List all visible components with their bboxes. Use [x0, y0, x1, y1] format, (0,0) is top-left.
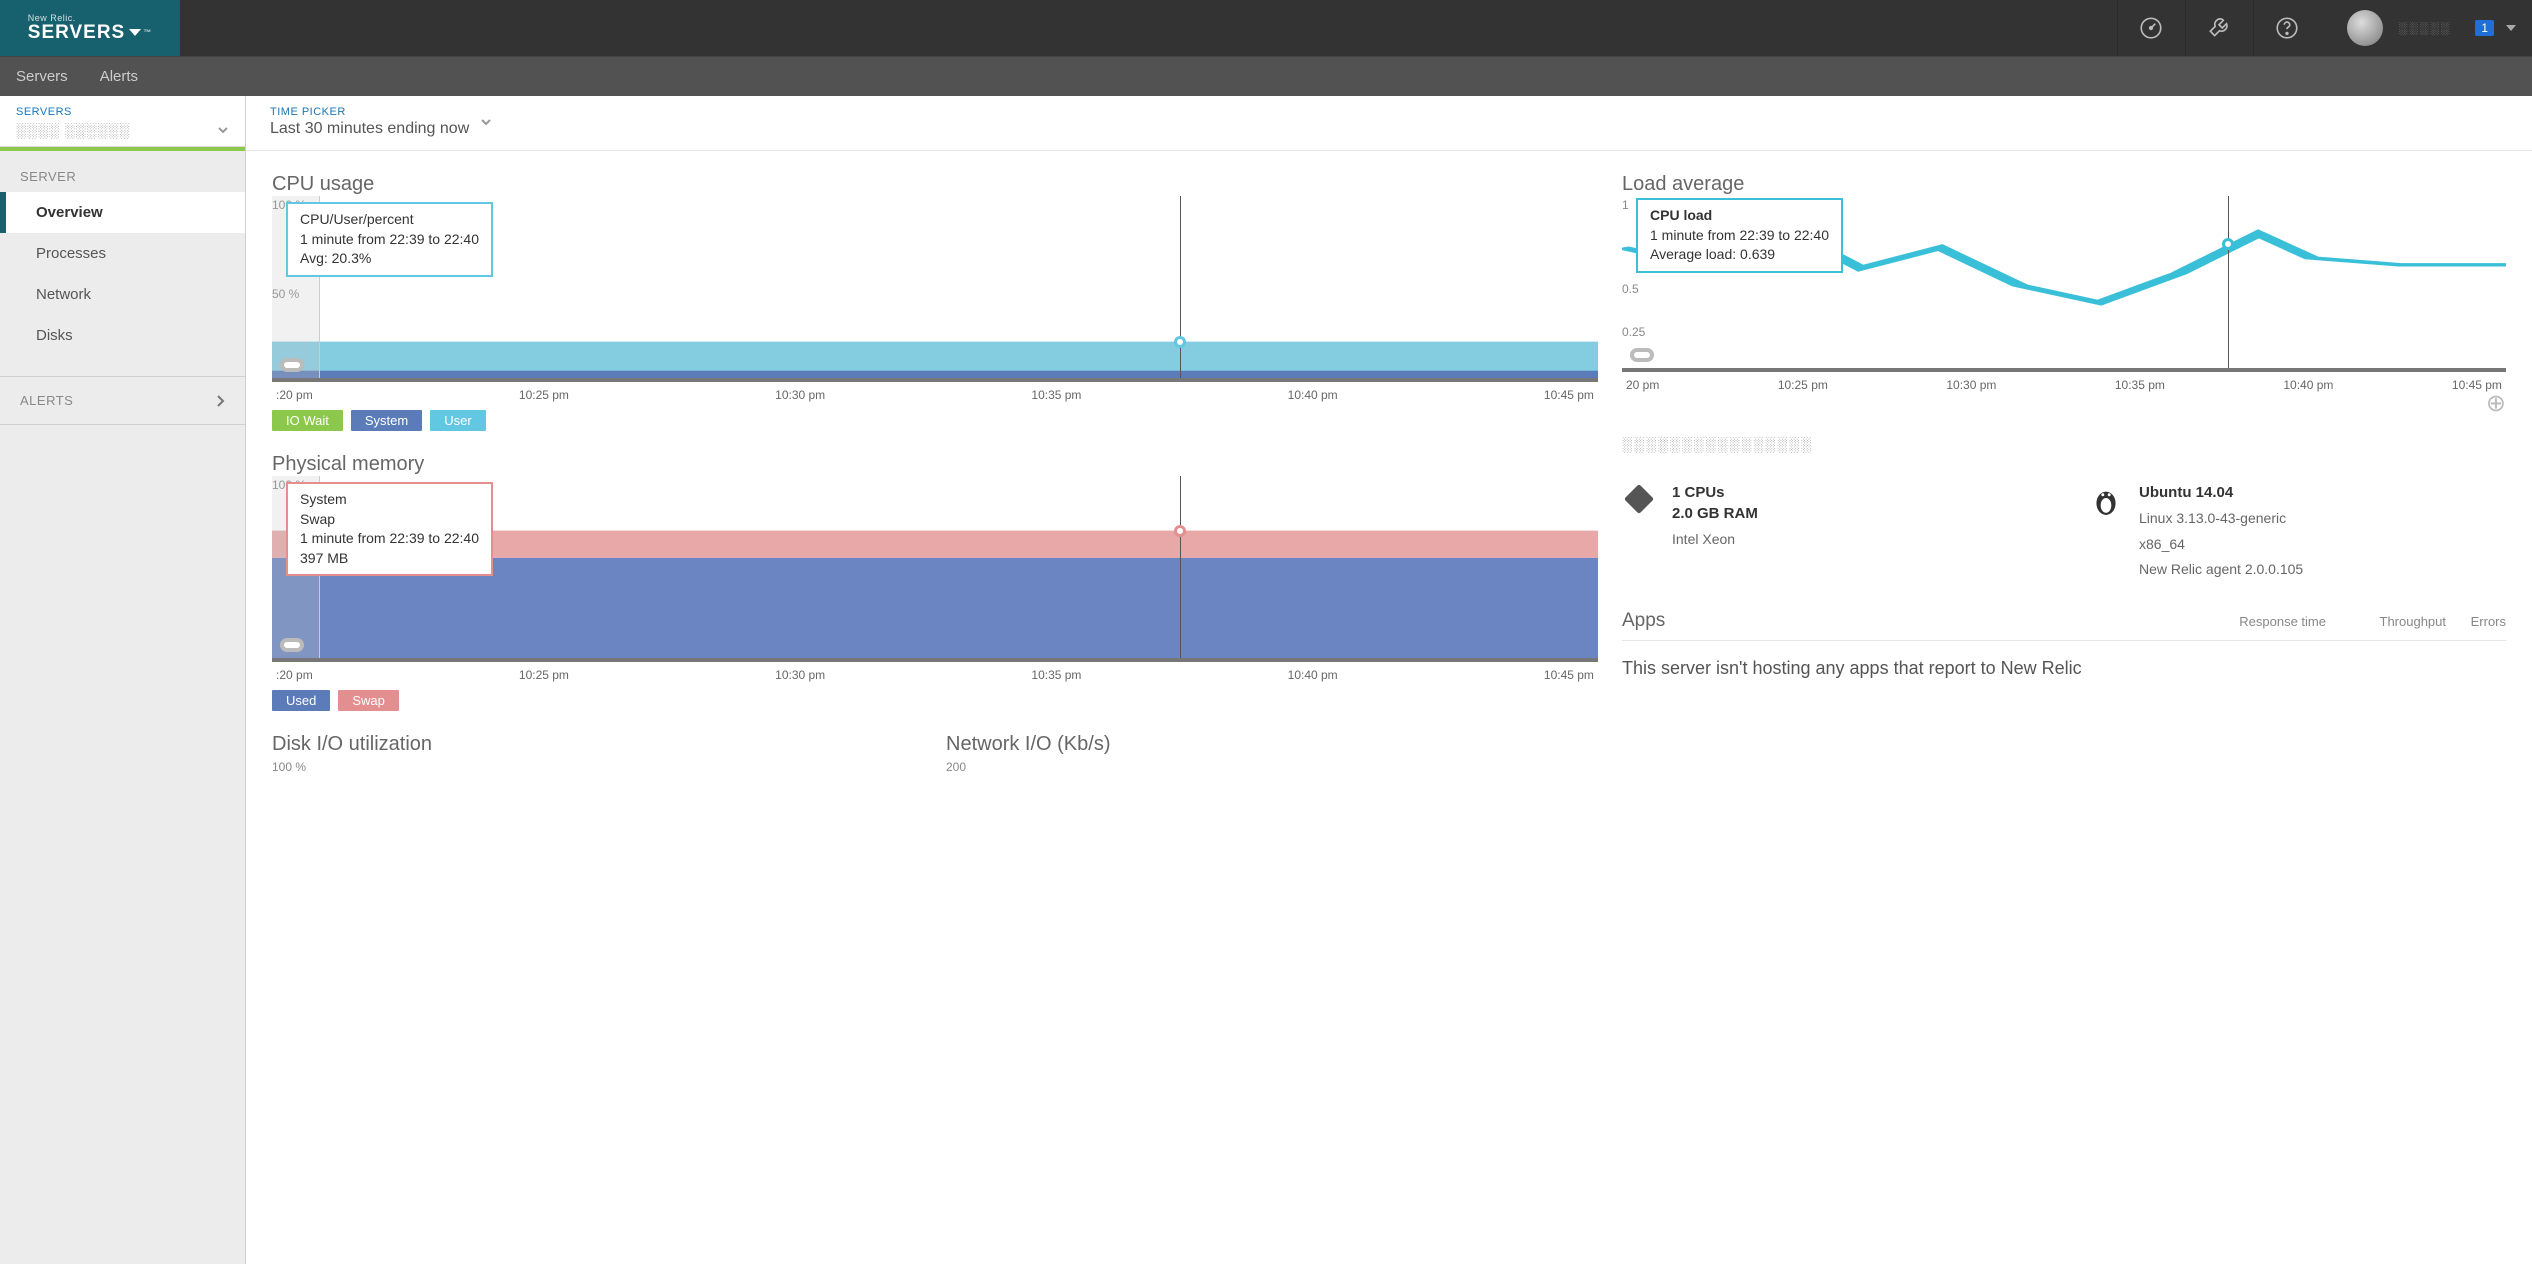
network-io-chart: Network I/O (Kb/s) 200 [946, 733, 1598, 774]
apps-title: Apps [1622, 610, 1665, 632]
legend-system[interactable]: System [351, 410, 422, 431]
brand-dropdown[interactable]: New Relic. SERVERS [0, 0, 180, 56]
x-axis: :20 pm10:25 pm10:30 pm10:35 pm10:40 pm10… [272, 382, 1598, 402]
topbar: New Relic. SERVERS ░░░░░ 1 [0, 0, 2532, 56]
apps-empty: This server isn't hosting any apps that … [1622, 641, 2506, 696]
ram-size: 2.0 GB RAM [1672, 503, 1758, 524]
notification-badge: 1 [2475, 20, 2494, 36]
chart-title: Disk I/O utilization [272, 733, 924, 756]
subnav-alerts[interactable]: Alerts [100, 68, 138, 85]
chart-title: CPU usage [272, 173, 1598, 196]
tooltip: CPU load 1 minute from 22:39 to 22:40 Av… [1636, 198, 1843, 273]
chevron-down-icon [479, 115, 493, 129]
user-menu[interactable]: ░░░░░ 1 [2321, 0, 2532, 56]
cpu-count: 1 CPUs [1672, 482, 1758, 503]
chart-title: Network I/O (Kb/s) [946, 733, 1598, 756]
slider-handle[interactable] [280, 358, 304, 372]
server-specs: 1 CPUs 2.0 GB RAM Intel Xeon Ubuntu 14.0… [1622, 472, 2506, 590]
ytick: 200 [946, 760, 1598, 774]
nav-processes[interactable]: Processes [0, 233, 245, 274]
sidegroup-alerts[interactable]: ALERTS [0, 376, 245, 425]
cpu-chart: CPU usage 100 % 50 % [272, 173, 1598, 431]
subnav: Servers Alerts [0, 56, 2532, 96]
kernel: Linux 3.13.0-43-generic [2139, 509, 2303, 529]
sidegroup-alerts-label: ALERTS [20, 393, 73, 408]
col-response: Response time [2206, 614, 2326, 629]
content: TIME PICKER Last 30 minutes ending now C… [246, 96, 2532, 1264]
nav-network[interactable]: Network [0, 274, 245, 315]
server-selector[interactable]: SERVERS ░░░░ ░░░░░░ [0, 96, 245, 147]
legend-iowait[interactable]: IO Wait [272, 410, 343, 431]
sidebar: SERVERS ░░░░ ░░░░░░ SERVER Overview Proc… [0, 96, 246, 1264]
legend-used[interactable]: Used [272, 690, 330, 711]
legend-user[interactable]: User [430, 410, 485, 431]
time-picker-value: Last 30 minutes ending now [270, 120, 469, 138]
server-name: ░░░░░░░░░░░░░░░░ [1622, 436, 2506, 452]
col-errors: Errors [2446, 614, 2506, 629]
x-axis: :20 pm10:25 pm10:30 pm10:35 pm10:40 pm10… [272, 662, 1598, 682]
os-name: Ubuntu 14.04 [2139, 482, 2303, 503]
help-icon[interactable] [2253, 0, 2321, 56]
brand-super: New Relic. [28, 14, 76, 23]
crosshair [1180, 476, 1181, 658]
disk-io-chart: Disk I/O utilization 100 % [272, 733, 924, 774]
brand-name: SERVERS [28, 23, 125, 42]
cpu-model: Intel Xeon [1672, 530, 1758, 550]
subnav-servers[interactable]: Servers [16, 68, 68, 85]
user-name: ░░░░░ [2399, 21, 2452, 35]
gauge-icon[interactable] [2117, 0, 2185, 56]
caret-down-icon [2506, 25, 2516, 31]
data-point [1174, 336, 1186, 348]
wrench-icon[interactable] [2185, 0, 2253, 56]
x-axis: 20 pm10:25 pm10:30 pm10:35 pm10:40 pm10:… [1622, 372, 2506, 392]
tooltip: CPU/User/percent 1 minute from 22:39 to … [286, 202, 493, 277]
crosshair [2228, 196, 2229, 368]
nav-overview[interactable]: Overview [0, 192, 245, 233]
legend-swap[interactable]: Swap [338, 690, 399, 711]
slider-handle[interactable] [280, 638, 304, 652]
time-picker-label: TIME PICKER [270, 106, 469, 118]
cpu-icon [1622, 482, 1656, 516]
chevron-right-icon [215, 394, 225, 408]
avatar [2347, 10, 2383, 46]
slider-handle[interactable] [1630, 348, 1654, 362]
data-point [2222, 238, 2234, 250]
col-throughput: Throughput [2326, 614, 2446, 629]
memory-chart: Physical memory 100 % 50 % [272, 453, 1598, 711]
load-chart: Load average 1 0.5 0.25 CPU [1622, 173, 2506, 416]
chart-title: Physical memory [272, 453, 1598, 476]
chevron-down-icon [217, 124, 229, 136]
sidegroup-server: SERVER [0, 151, 245, 192]
caret-down-icon [129, 29, 141, 36]
time-picker[interactable]: TIME PICKER Last 30 minutes ending now [246, 96, 2532, 151]
chart-title: Load average [1622, 173, 2506, 196]
server-selector-value: ░░░░ ░░░░░░ [16, 122, 130, 138]
crosshair [1180, 196, 1181, 378]
server-selector-label: SERVERS [16, 106, 229, 118]
tooltip: System Swap 1 minute from 22:39 to 22:40… [286, 482, 493, 576]
penguin-icon [2089, 482, 2123, 516]
ytick: 100 % [272, 760, 924, 774]
nav-disks[interactable]: Disks [0, 315, 245, 356]
add-chart-button[interactable]: ⊕ [1622, 392, 2506, 416]
agent-version: New Relic agent 2.0.0.105 [2139, 560, 2303, 580]
arch: x86_64 [2139, 535, 2303, 555]
data-point [1174, 525, 1186, 537]
apps-header: Apps Response time Throughput Errors [1622, 610, 2506, 641]
